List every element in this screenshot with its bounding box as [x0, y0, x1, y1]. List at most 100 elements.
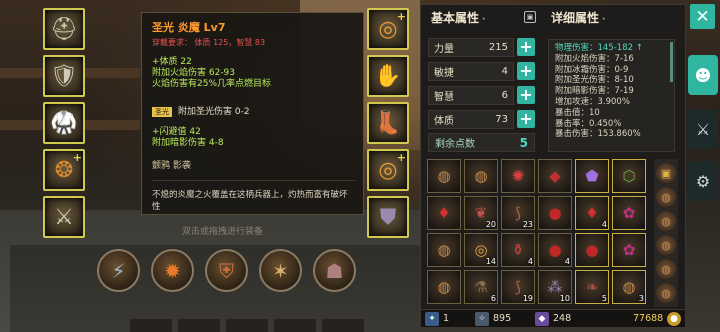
inventory-slot[interactable]: ✿ [612, 196, 646, 230]
claw-icon: ⟆ [515, 204, 521, 222]
equip-slot-amulet[interactable]: ❂ + [43, 149, 85, 191]
equip-slot-shoulder[interactable]: 🛡 [43, 55, 85, 97]
add-constitution-button[interactable]: + [517, 110, 535, 128]
add-wisdom-button[interactable]: + [517, 86, 535, 104]
crystal-icon: ✧ [475, 312, 489, 326]
inventory-side-column: ▣ ◍ ◍ ◍ ◍ ◍ [654, 159, 678, 307]
settings-icon: ⚙ [695, 171, 711, 191]
inventory-slot[interactable]: ◍ [427, 159, 461, 193]
add-strength-button[interactable]: + [517, 38, 535, 56]
bottom-tab[interactable] [274, 318, 316, 332]
inventory-slot[interactable]: ● [575, 233, 609, 267]
leaf-icon: ❧ [585, 278, 599, 296]
gem-line: 圣光 附加圣光伤害 0-2 [152, 99, 355, 118]
gloves-icon: ✋ [374, 63, 402, 89]
inventory-slot[interactable]: ♦ 4 [575, 196, 609, 230]
equip-slot-gloves[interactable]: ✋ [367, 55, 409, 97]
item-count: 19 [522, 294, 533, 303]
treasure-chest-icon[interactable]: ▣ [656, 163, 676, 183]
add-agility-button[interactable]: + [517, 62, 535, 80]
equip-slot-chest[interactable]: 🥋 [43, 102, 85, 144]
pouch-icon[interactable]: ◍ [656, 235, 676, 255]
pouch-icon[interactable]: ◍ [656, 187, 676, 207]
inventory-slot[interactable]: ⟆ 19 [501, 270, 535, 304]
red-orb-icon: ● [585, 241, 599, 259]
item-count: 6 [490, 294, 496, 303]
bottom-tab[interactable] [178, 318, 220, 332]
inventory-slot[interactable]: ● [538, 196, 572, 230]
inventory-slot[interactable]: ⚱ 4 [501, 233, 535, 267]
skill-slot-1[interactable]: ⚡ [97, 249, 140, 292]
inventory-slot[interactable]: ❧ 5 [575, 270, 609, 304]
bottom-tab[interactable] [226, 318, 268, 332]
basic-attributes-header: 基本属性 · [431, 11, 486, 25]
bottom-tab[interactable] [322, 318, 364, 332]
attribute-strength: 力量 215 [428, 38, 514, 57]
red-gem-icon: ◆ [549, 167, 561, 185]
equip-slot-ring-2[interactable]: ◎ + [367, 149, 409, 191]
inventory-slot[interactable]: ⬟ [575, 159, 609, 193]
inventory-slot[interactable]: ● 4 [538, 233, 572, 267]
boots-icon: 👢 [374, 110, 402, 136]
tab-settings[interactable]: ⚙ [688, 161, 718, 201]
scrollbar[interactable] [670, 42, 673, 82]
pouch-icon[interactable]: ◍ [656, 283, 676, 303]
inventory-slot[interactable]: ♦ [427, 196, 461, 230]
skill-slot-4[interactable]: ✶ [259, 249, 302, 292]
inventory-slot[interactable]: ◍ 3 [612, 270, 646, 304]
red-crystal-icon: ♦ [585, 204, 599, 222]
detail-stats-list[interactable]: 物理伤害：145-182 ↑ 附加火焰伤害：7-16 附加冰霜伤害：0-9 附加… [548, 39, 675, 152]
item-count: 10 [559, 294, 570, 303]
item-count: 4 [527, 257, 533, 266]
equip-slot-offhand[interactable]: ⛊ [367, 196, 409, 238]
equip-slot-boots[interactable]: 👢 [367, 102, 409, 144]
inventory-slot[interactable]: ❦ 20 [464, 196, 498, 230]
inventory-slot[interactable]: ⬡ [612, 159, 646, 193]
inventory-slot[interactable]: ✺ [501, 159, 535, 193]
close-icon: ✕ [695, 6, 710, 27]
bottom-tab[interactable] [130, 318, 172, 332]
skill-slot-3[interactable]: ⛨ [205, 249, 248, 292]
armor-buff-icon: ⛨ [219, 258, 234, 283]
item-sockets: 颤鸦 影袭 [152, 161, 191, 171]
skill-slot-5[interactable]: ☗ [313, 249, 356, 292]
item-description: 不熄的炎魔之火覆盖在这柄兵器上，灼热而富有破坏性 [152, 190, 348, 212]
currency-c: 248 [553, 313, 572, 324]
close-button[interactable]: ✕ [690, 4, 715, 29]
detail-stat: 附加冰霜伤害：0-9 [555, 64, 629, 75]
inventory-slot[interactable]: ⚗ 6 [464, 270, 498, 304]
inventory-slot[interactable]: ⟆ 23 [501, 196, 535, 230]
detail-stat: 增加攻速：3.900% [555, 96, 630, 107]
inventory-slot[interactable]: ⁂ 10 [538, 270, 572, 304]
skill-slot-2[interactable]: ✹ [151, 249, 194, 292]
equip-slot-helmet[interactable]: ⛑ [43, 8, 85, 50]
detail-stat: 物理伤害：145-182 ↑ [555, 43, 643, 53]
character-panel: 基本属性 · ▣ 详细属性 · 力量 215 + 敏捷 4 + 智慧 6 + 体质 73 +… [420, 4, 686, 328]
equip-slot-weapon[interactable]: ⚔ [43, 196, 85, 238]
red-crystal-icon: ♦ [437, 204, 451, 222]
pouch-icon[interactable]: ◍ [656, 259, 676, 279]
detail-stat: 附加暗影伤害：7-19 [555, 86, 634, 97]
claw-icon: ⟆ [515, 278, 521, 296]
inventory-slot[interactable]: ◍ [427, 270, 461, 304]
red-orb-icon: ● [548, 241, 562, 259]
pouch-icon[interactable]: ◍ [656, 211, 676, 231]
detail-stat: 附加圣光伤害：8-10 [555, 75, 634, 86]
item-tooltip: 圣光 炎魔 Lv7 穿戴要求： 体质 125，智慧 83 +体质 22 附加火焰… [141, 12, 364, 215]
item-stat: +闪避值 42 [152, 127, 201, 137]
item-count: 4 [564, 257, 570, 266]
purple-rune-icon: ✿ [622, 204, 636, 222]
tab-character[interactable]: ☻ [688, 55, 718, 95]
inventory-slot[interactable]: ✿ [612, 233, 646, 267]
inventory-slot[interactable]: ◍ [464, 159, 498, 193]
shoulder-armor-icon: 🛡 [50, 63, 78, 89]
character-icon: ☻ [694, 65, 712, 85]
tab-skills[interactable]: ⚔ [688, 109, 718, 149]
item-count: 14 [485, 257, 496, 266]
inventory-slot[interactable]: ◍ [427, 233, 461, 267]
equip-slot-ring[interactable]: ◎ + [367, 8, 409, 50]
inventory-slot[interactable]: ◆ [538, 159, 572, 193]
info-icon[interactable]: ▣ [524, 11, 536, 23]
inventory-slot[interactable]: ◎ 14 [464, 233, 498, 267]
item-title: 圣光 炎魔 Lv7 [152, 21, 226, 34]
